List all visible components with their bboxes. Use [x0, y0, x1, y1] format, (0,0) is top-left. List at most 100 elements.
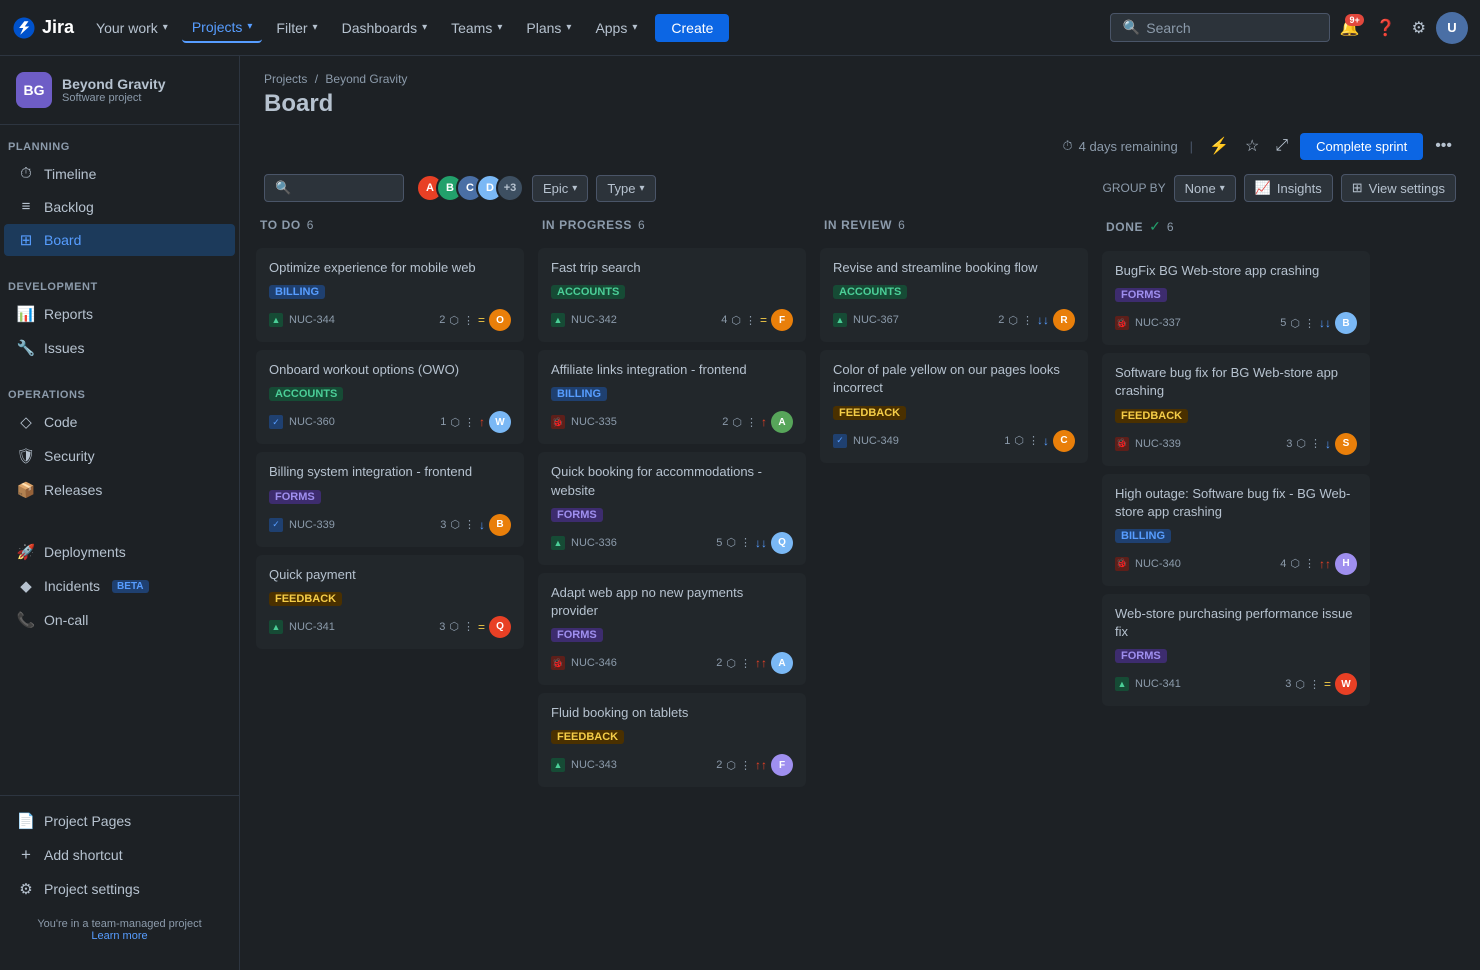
breadcrumb-projects[interactable]: Projects — [264, 72, 307, 86]
search-bar[interactable]: 🔍 Search — [1110, 13, 1330, 42]
sidebar-item-timeline[interactable]: ⏱ Timeline — [4, 158, 235, 189]
board-card[interactable]: Onboard workout options (OWO)ACCOUNTS✓NU… — [256, 350, 524, 444]
gear-icon: ⚙ — [1412, 18, 1426, 38]
column-title: TO DO — [260, 218, 301, 232]
done-check-icon: ✓ — [1149, 218, 1161, 235]
card-assignee-avatar[interactable]: F — [771, 754, 793, 776]
column-header-todo: TO DO6 — [256, 210, 526, 240]
sidebar-item-project-pages[interactable]: 📄 Project Pages — [4, 805, 235, 837]
nav-your-work[interactable]: Your work▾ — [86, 14, 178, 42]
sidebar-item-incidents[interactable]: ◆ Incidents BETA — [4, 570, 235, 602]
story-points-icon: ⬡ — [1014, 434, 1024, 447]
star-button[interactable]: ☆ — [1241, 132, 1263, 160]
board-card[interactable]: Web-store purchasing performance issue f… — [1102, 594, 1370, 706]
board-card[interactable]: Revise and streamline booking flowACCOUN… — [820, 248, 1088, 342]
nav-plans[interactable]: Plans▾ — [516, 14, 581, 42]
card-assignee-avatar[interactable]: W — [1335, 673, 1357, 695]
card-assignee-avatar[interactable]: F — [771, 309, 793, 331]
sidebar-item-add-shortcut[interactable]: + Add shortcut — [4, 838, 235, 872]
type-filter[interactable]: Type ▾ — [596, 175, 655, 202]
sidebar-item-releases[interactable]: 📦 Releases — [4, 474, 235, 506]
card-title: Billing system integration - frontend — [269, 463, 511, 481]
sidebar-item-project-settings[interactable]: ⚙ Project settings — [4, 873, 235, 905]
create-button[interactable]: Create — [655, 14, 729, 42]
card-assignee-avatar[interactable]: O — [489, 309, 511, 331]
card-assignee-avatar[interactable]: A — [771, 411, 793, 433]
board-card[interactable]: Color of pale yellow on our pages looks … — [820, 350, 1088, 462]
priority-icon: = — [1324, 677, 1331, 691]
nav-dashboards[interactable]: Dashboards▾ — [332, 14, 438, 42]
nav-teams[interactable]: Teams▾ — [441, 14, 512, 42]
board-card[interactable]: Billing system integration - frontendFOR… — [256, 452, 524, 546]
fullscreen-button[interactable]: ⤢ — [1271, 133, 1292, 159]
card-footer: ✓NUC-3491⬡⋮↓C — [833, 430, 1075, 452]
avatar-extra[interactable]: +3 — [496, 174, 524, 202]
sidebar: BG Beyond Gravity Software project PLANN… — [0, 56, 240, 970]
chevron-down-icon: ▾ — [640, 183, 645, 194]
board-card[interactable]: Fast trip searchACCOUNTS▲NUC-3424⬡⋮=F — [538, 248, 806, 342]
board-card[interactable]: Adapt web app no new payments providerFO… — [538, 573, 806, 685]
sidebar-item-code[interactable]: ◇ Code — [4, 406, 235, 438]
board-card[interactable]: Optimize experience for mobile webBILLIN… — [256, 248, 524, 342]
deployments-icon: 🚀 — [16, 543, 36, 561]
card-assignee-avatar[interactable]: C — [1053, 430, 1075, 452]
sidebar-item-issues[interactable]: 🔧 Issues — [4, 332, 235, 364]
nav-projects[interactable]: Projects▾ — [182, 13, 263, 43]
story-points-icon: ⬡ — [726, 657, 736, 670]
nav-apps[interactable]: Apps▾ — [585, 14, 647, 42]
priority-icon: ↑ — [479, 415, 485, 429]
filter-bar: 🔍 A B C D +3 Epic ▾ Type ▾ GROUP BY None… — [240, 166, 1480, 210]
card-assignee-avatar[interactable]: S — [1335, 433, 1357, 455]
priority-icon: ↓↓ — [755, 536, 767, 550]
card-assignee-avatar[interactable]: B — [489, 514, 511, 536]
board-card[interactable]: Software bug fix for BG Web-store app cr… — [1102, 353, 1370, 465]
card-footer: 🐞NUC-3462⬡⋮↑↑A — [551, 652, 793, 674]
settings-button[interactable]: ⚙ — [1406, 12, 1432, 44]
notifications-button[interactable]: 🔔 9+ — [1334, 12, 1366, 44]
bug-type-icon: 🐞 — [1115, 316, 1129, 330]
more-button[interactable]: ••• — [1431, 133, 1456, 159]
card-assignee-avatar[interactable]: A — [771, 652, 793, 674]
story-type-icon: ▲ — [833, 313, 847, 327]
project-name: Beyond Gravity — [62, 76, 165, 92]
priority-icon: = — [760, 313, 767, 327]
sidebar-item-oncall[interactable]: 📞 On-call — [4, 604, 235, 636]
card-assignee-avatar[interactable]: H — [1335, 553, 1357, 575]
board-card[interactable]: Fluid booking on tabletsFEEDBACK▲NUC-343… — [538, 693, 806, 787]
card-assignee-avatar[interactable]: W — [489, 411, 511, 433]
sidebar-item-reports[interactable]: 📊 Reports — [4, 298, 235, 330]
pages-icon: 📄 — [16, 812, 36, 830]
column-count: 6 — [1167, 220, 1174, 234]
sidebar-item-security[interactable]: 🛡 Security — [4, 440, 235, 472]
subtasks-icon: ⋮ — [1022, 314, 1033, 327]
nav-filter[interactable]: Filter▾ — [266, 14, 327, 42]
sidebar-item-deployments[interactable]: 🚀 Deployments — [4, 536, 235, 568]
chevron-down-icon: ▾ — [1220, 183, 1225, 194]
complete-sprint-button[interactable]: Complete sprint — [1300, 133, 1423, 160]
lightning-button[interactable]: ⚡ — [1205, 132, 1233, 160]
board-card[interactable]: Quick paymentFEEDBACK▲NUC-3413⬡⋮=Q — [256, 555, 524, 649]
breadcrumb-project[interactable]: Beyond Gravity — [325, 72, 407, 86]
chart-icon: 📈 — [1255, 180, 1271, 196]
insights-button[interactable]: 📈 Insights — [1244, 174, 1333, 202]
user-avatar[interactable]: U — [1436, 12, 1468, 44]
card-assignee-avatar[interactable]: B — [1335, 312, 1357, 334]
security-icon: 🛡 — [16, 447, 36, 465]
board-card[interactable]: Affiliate links integration - frontendBI… — [538, 350, 806, 444]
sidebar-item-backlog[interactable]: ≡ Backlog — [4, 191, 235, 222]
help-button[interactable]: ❓ — [1370, 12, 1402, 44]
board-search[interactable]: 🔍 — [264, 174, 404, 202]
sidebar-item-board[interactable]: ⊞ Board — [4, 224, 235, 256]
epic-filter[interactable]: Epic ▾ — [532, 175, 588, 202]
board-card[interactable]: Quick booking for accommodations - websi… — [538, 452, 806, 564]
board-card[interactable]: BugFix BG Web-store app crashingFORMS🐞NU… — [1102, 251, 1370, 345]
app-logo[interactable]: Jira — [12, 16, 74, 40]
card-assignee-avatar[interactable]: R — [1053, 309, 1075, 331]
card-assignee-avatar[interactable]: Q — [771, 532, 793, 554]
view-settings-button[interactable]: ⊞ View settings — [1341, 174, 1456, 202]
groupby-dropdown[interactable]: None ▾ — [1174, 175, 1236, 202]
learn-more-link[interactable]: Learn more — [91, 930, 147, 942]
story-points-icon: ⬡ — [1008, 314, 1018, 327]
card-assignee-avatar[interactable]: Q — [489, 616, 511, 638]
board-card[interactable]: High outage: Software bug fix - BG Web-s… — [1102, 474, 1370, 586]
